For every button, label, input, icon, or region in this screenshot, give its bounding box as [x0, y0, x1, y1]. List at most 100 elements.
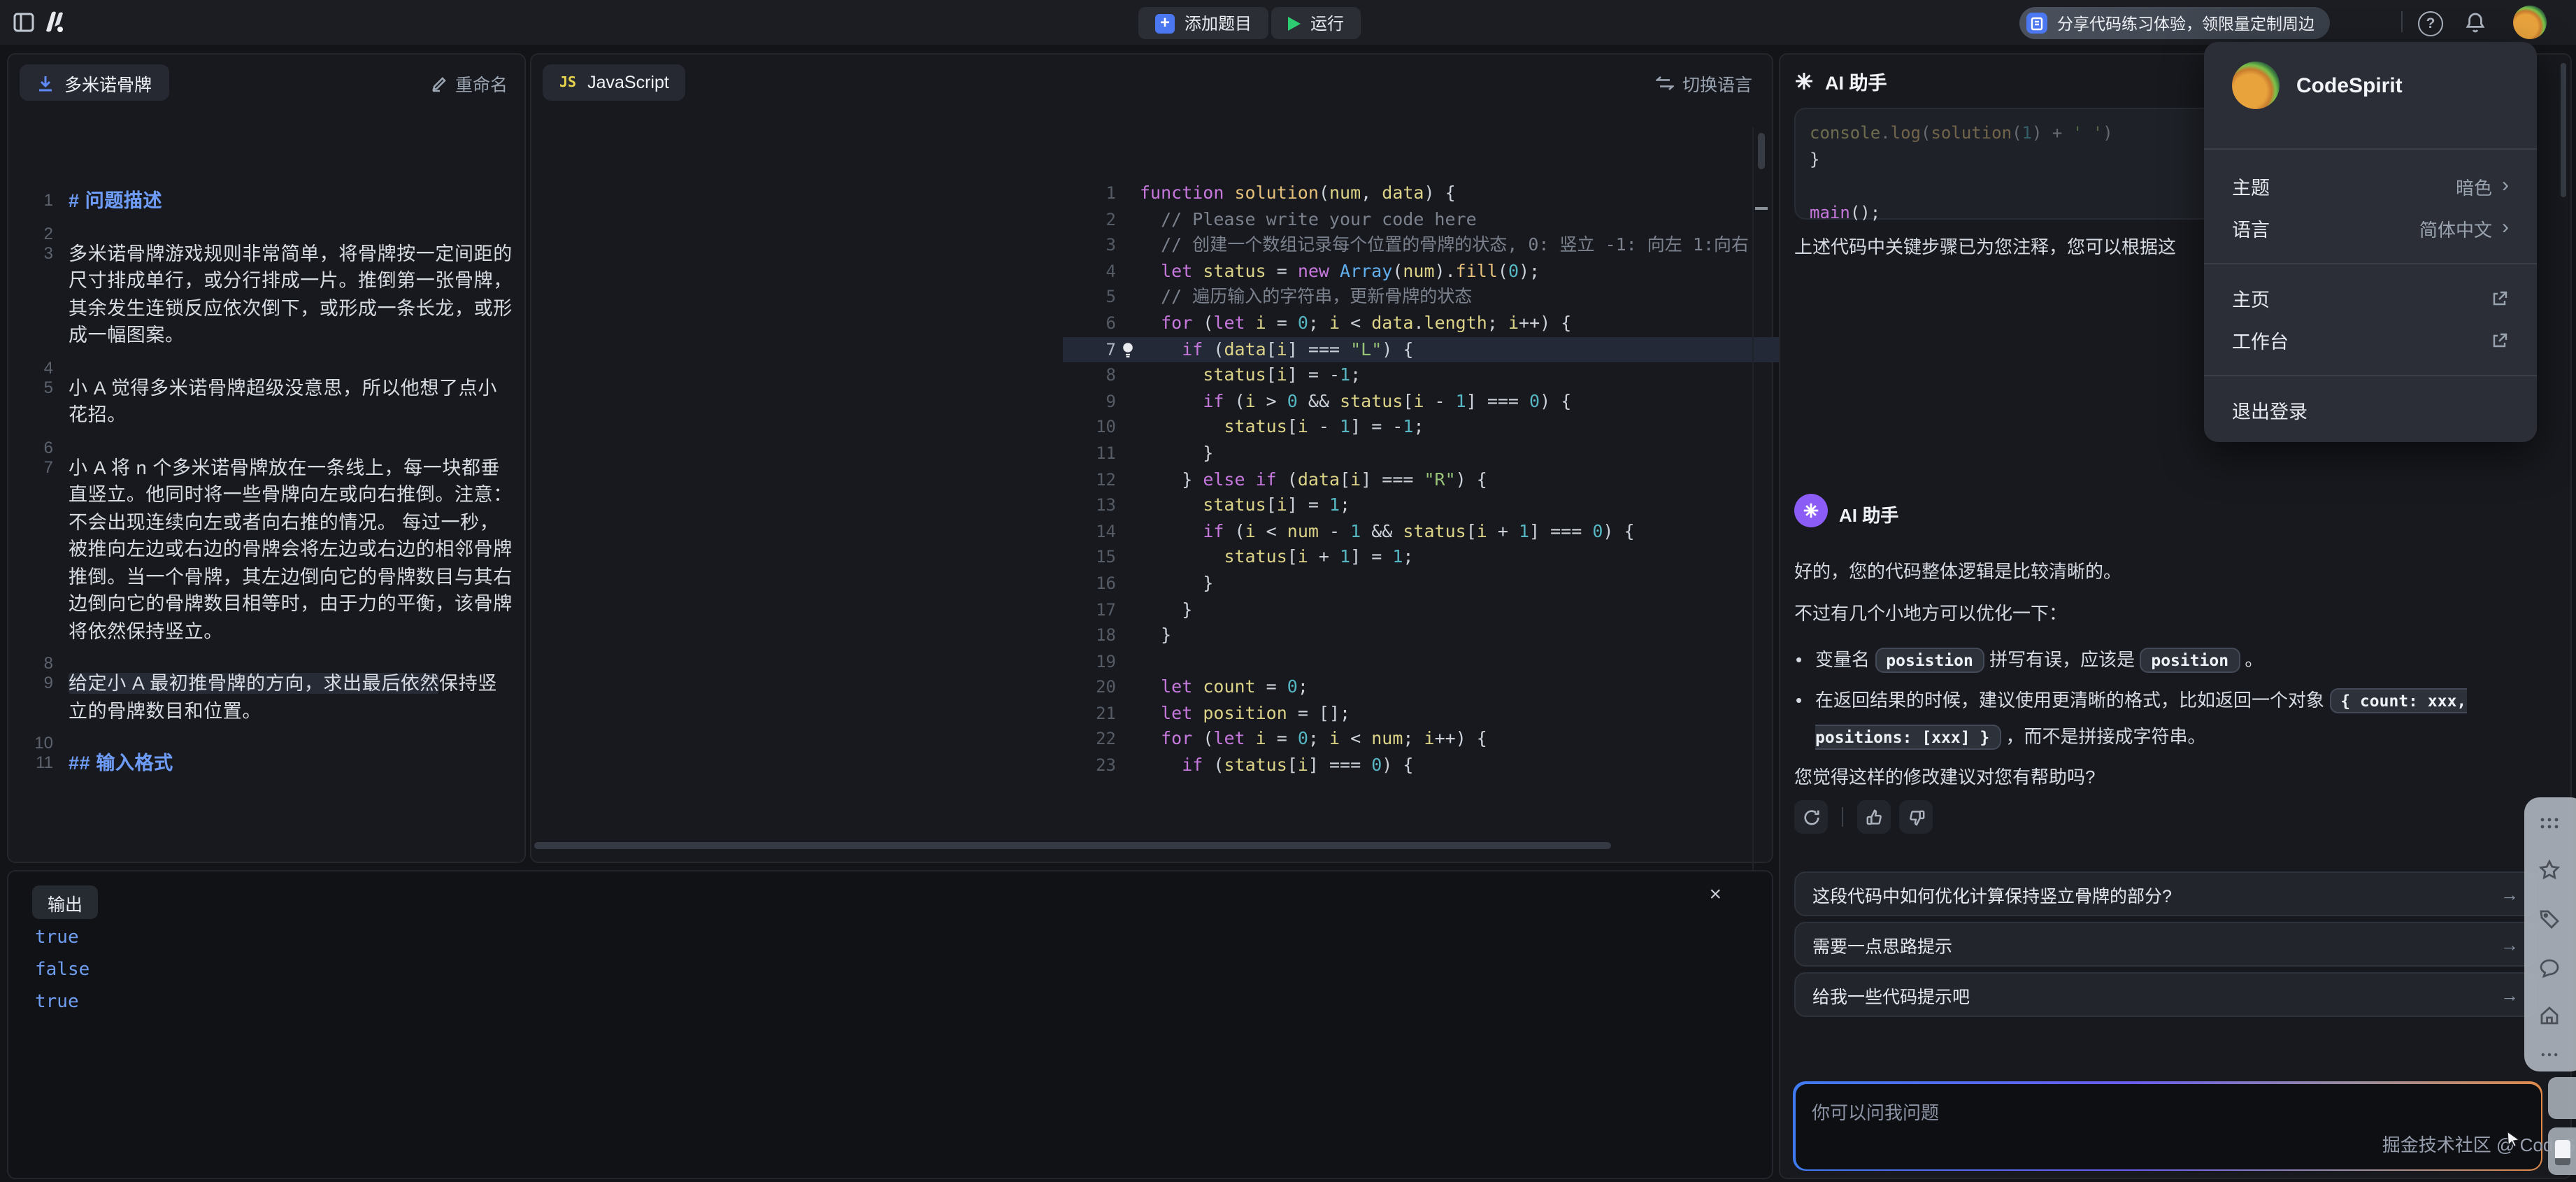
edge-widget-stub[interactable]	[2548, 1077, 2576, 1119]
problem-line[interactable]: 2	[22, 220, 515, 234]
rename-button[interactable]: 重命名	[431, 70, 508, 97]
problem-line-text	[69, 650, 515, 664]
line-number: 22	[1063, 727, 1116, 753]
edge-widget-copy[interactable]	[2548, 1127, 2576, 1175]
code-token: "L"	[1350, 338, 1382, 359]
menu-item-home[interactable]: 主页	[2204, 277, 2537, 319]
problem-line[interactable]: 8	[22, 650, 515, 664]
user-avatar[interactable]	[2513, 6, 2547, 39]
problem-line[interactable]: 1# 问题描述	[22, 187, 515, 215]
line-number: 8	[1063, 362, 1116, 388]
problem-line-text	[69, 220, 515, 234]
close-icon[interactable]: ×	[1709, 884, 1722, 906]
code-token: status	[1224, 546, 1287, 567]
line-number: 5	[1063, 285, 1116, 311]
editor-minimap	[1752, 127, 1772, 891]
regenerate-button[interactable]	[1794, 800, 1828, 834]
code-token: ] = -	[1350, 416, 1403, 437]
code-token: i	[1298, 754, 1308, 775]
problem-line[interactable]: 9给定小 A 最初推骨牌的方向，求出最后依然保持竖立的骨牌数目和位置。	[22, 670, 515, 725]
chat-icon[interactable]	[2538, 957, 2561, 979]
code-token: i	[1277, 338, 1287, 359]
like-button[interactable]	[1857, 800, 1891, 834]
suggestion-chip[interactable]: 这段代码中如何优化计算保持竖立骨牌的部分?→	[1794, 871, 2537, 916]
line-number: 14	[1063, 518, 1116, 544]
suggestion-chip[interactable]: 需要一点思路提示→	[1794, 922, 2537, 967]
cursor-icon	[2505, 1130, 2521, 1147]
code-token: if	[1182, 754, 1203, 775]
home-icon[interactable]	[2538, 1004, 2561, 1027]
problem-line[interactable]: 7小 A 将 n 个多米诺骨牌放在一条线上，每一块都垂直竖立。他同时将一些骨牌向…	[22, 454, 515, 645]
bullet-marker: •	[1796, 642, 1802, 677]
add-problem-button[interactable]: + 添加题目	[1138, 7, 1268, 39]
drag-handle-icon[interactable]	[2538, 814, 2561, 836]
code-line-text: }	[1116, 571, 1213, 597]
code-token: ] =	[1287, 494, 1329, 515]
problem-line-text: 多米诺骨牌游戏规则非常简单，将骨牌按一定间距的尺寸排成单行，或分行排成一片。推倒…	[69, 240, 515, 349]
chevron-right-icon: ›	[2502, 220, 2509, 236]
more-icon[interactable]	[2538, 1044, 2561, 1066]
run-button[interactable]: 运行	[1271, 7, 1361, 39]
code-token: }	[1140, 442, 1213, 463]
code-token: }	[1810, 150, 1819, 169]
star-icon[interactable]	[2538, 859, 2561, 881]
arrow-right-icon: →	[2500, 934, 2519, 955]
play-icon	[1288, 16, 1301, 30]
ai-panel-header: AI 助手	[1794, 67, 1887, 95]
problem-line[interactable]: 4	[22, 355, 515, 369]
code-token: ;	[1487, 312, 1508, 333]
thumbs-down-icon	[1907, 808, 1925, 826]
sidebar-toggle-icon[interactable]	[11, 10, 36, 35]
menu-item-language[interactable]: 语言 简体中文›	[2204, 207, 2537, 249]
code-token: status	[1224, 416, 1287, 437]
line-number: 9	[22, 670, 53, 725]
inline-code: position	[2140, 648, 2240, 673]
editor-vertical-scrollbar[interactable]	[1758, 133, 1765, 169]
chat-scrollbar[interactable]	[2561, 63, 2566, 197]
problem-tab[interactable]: 多米诺骨牌	[20, 64, 169, 101]
code-token: (	[1921, 123, 1931, 143]
menu-item-workspace[interactable]: 工作台	[2204, 319, 2537, 361]
menu-item-theme[interactable]: 主题 暗色›	[2204, 165, 2537, 207]
dislike-button[interactable]	[1899, 800, 1933, 834]
problem-line[interactable]: 5小 A 觉得多米诺骨牌超级没意思，所以他想了点小花招。	[22, 374, 515, 429]
menu-item-logout[interactable]: 退出登录	[2204, 389, 2537, 431]
code-token: 0	[1508, 260, 1519, 281]
suggestion-chip[interactable]: 给我一些代码提示吧→	[1794, 972, 2537, 1017]
problem-line[interactable]: 11## 输入格式	[22, 750, 515, 777]
help-icon[interactable]: ?	[2418, 11, 2443, 36]
line-number: 21	[1063, 701, 1116, 727]
code-token: );	[1519, 260, 1540, 281]
code-token: )	[2103, 123, 2112, 143]
code-token: status	[1203, 364, 1266, 385]
code-token	[1140, 676, 1161, 697]
bell-icon[interactable]	[2463, 10, 2488, 35]
line-number: 7	[1063, 336, 1116, 362]
output-panel: 输出 × truefalsetrue	[7, 870, 1773, 1179]
code-token: num	[1329, 182, 1361, 203]
code-token: // 创建一个数组记录每个位置的骨牌的状态, 0: 竖立 -1: 向左 1:向右	[1140, 234, 1749, 255]
language-tab[interactable]: JS JavaScript	[543, 64, 686, 101]
code-token: solution	[1931, 123, 2012, 143]
code-token: 1	[1340, 546, 1350, 567]
problem-line[interactable]: 3多米诺骨牌游戏规则非常简单，将骨牌按一定间距的尺寸排成单行，或分行排成一片。推…	[22, 240, 515, 349]
promo-banner[interactable]: 分享代码练习体验，领限量定制周边	[2019, 7, 2330, 39]
tag-icon[interactable]	[2538, 908, 2561, 930]
ai-message-bullet: •在返回结果的时候，建议使用更清晰的格式，比如返回一个对象 { count: x…	[1794, 683, 2537, 755]
switch-language-button[interactable]: 切换语言	[1656, 70, 1752, 97]
language-tab-label: JavaScript	[587, 73, 669, 92]
marscode-logo[interactable]	[39, 7, 70, 38]
output-tab[interactable]: 输出	[32, 885, 98, 919]
problem-content[interactable]: 1# 问题描述 2 3多米诺骨牌游戏规则非常简单，将骨牌按一定间距的尺寸排成单行，或…	[22, 187, 515, 898]
code-line-text: } else if (data[i] === "R") {	[1116, 467, 1487, 492]
lightbulb-icon[interactable]	[1120, 341, 1136, 359]
code-token: 1	[1403, 416, 1413, 437]
watermark: 掘金技术社区 @ CodeSpirit	[2382, 1130, 2521, 1156]
code-token	[1192, 676, 1203, 697]
editor-horizontal-scrollbar[interactable]	[534, 842, 1611, 849]
code-line-text: status[i] = -1;	[1116, 362, 1361, 388]
problem-line[interactable]: 10	[22, 730, 515, 744]
code-line-text: if (i < num - 1 && status[i + 1] === 0) …	[1116, 518, 1635, 544]
problem-line[interactable]: 6	[22, 434, 515, 448]
code-token: (	[1319, 182, 1329, 203]
